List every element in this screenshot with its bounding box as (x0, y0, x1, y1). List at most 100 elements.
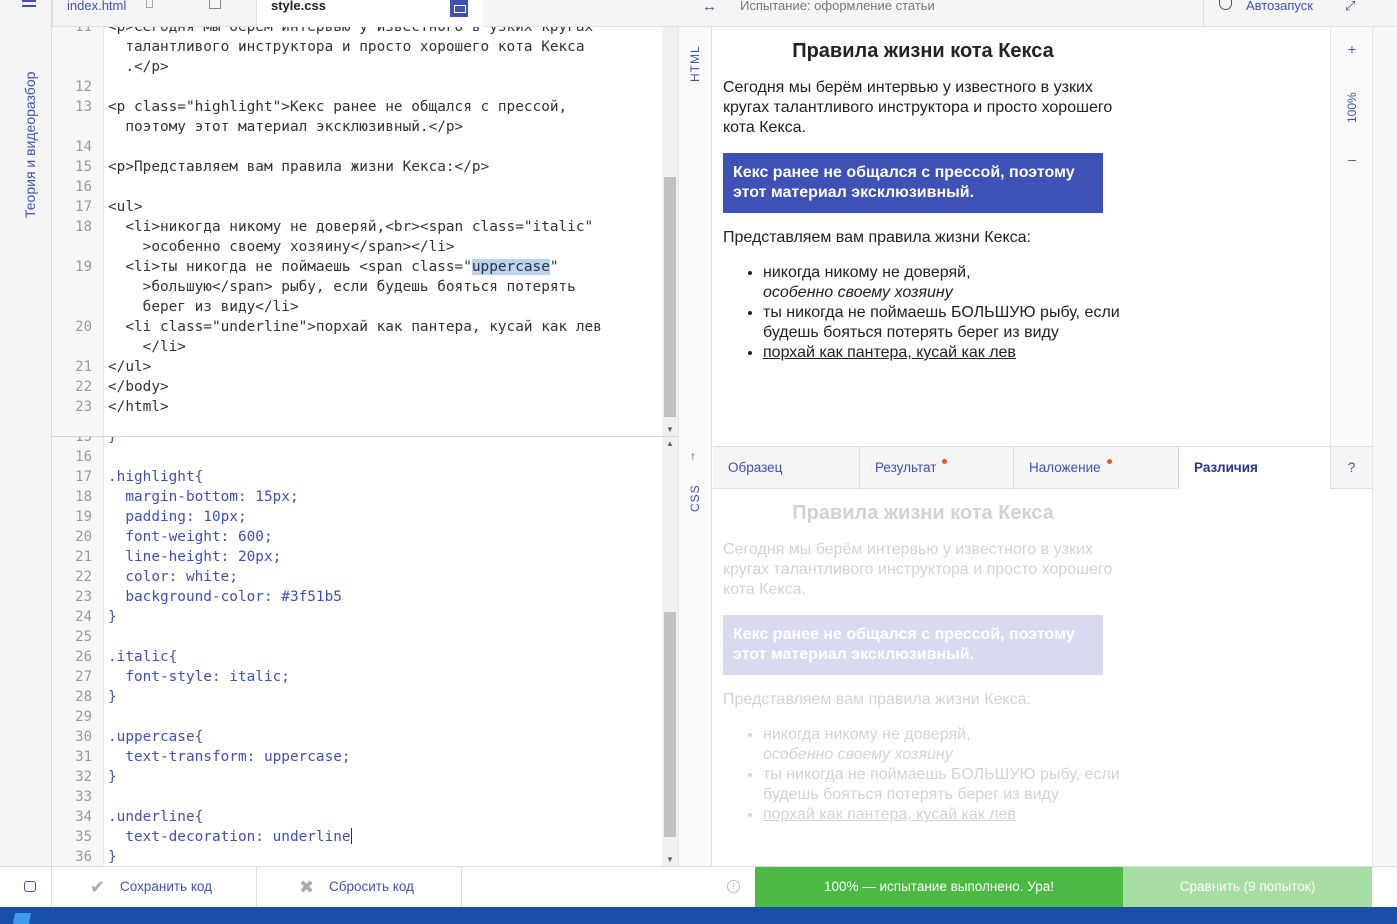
zoom-out-button[interactable]: – (1331, 151, 1373, 167)
code-line[interactable]: 28} (52, 687, 662, 707)
article-highlight: Кекс ранее не общался с прессой, поэтому… (723, 153, 1103, 213)
css-scrollbar[interactable]: ▲ ▼ (662, 437, 678, 866)
article-lead: Представляем вам правила жизни Кекса: (723, 229, 1031, 246)
code-line[interactable]: </li> (52, 337, 662, 357)
code-line[interactable]: 21 </ul> (52, 357, 662, 377)
code-line[interactable]: 13 <p class="highlight">Кекс ранее не общ… (52, 97, 662, 117)
code-line[interactable]: берег из виду</li> (52, 297, 662, 317)
code-line[interactable]: .</p> (52, 57, 662, 77)
line-number: 17 (75, 469, 92, 485)
split-icon[interactable] (450, 0, 468, 17)
rules-list: никогда никому не доверяй,особенно своем… (763, 725, 1123, 825)
code-line[interactable]: 20 font-weight: 600; (52, 527, 662, 547)
code-line[interactable]: 36} (52, 847, 662, 866)
sidebar: Теория и видеоразбор (0, 0, 52, 866)
code-text: >большую</span> рыбу, если будешь боятьс… (108, 279, 576, 295)
line-number: 11 (75, 27, 92, 35)
line-number: 24 (75, 609, 92, 625)
code-line[interactable]: 19 padding: 10px; (52, 507, 662, 527)
code-text: .italic{ (108, 649, 178, 665)
code-line[interactable]: 32} (52, 767, 662, 787)
code-line[interactable]: 25 (52, 627, 662, 647)
html-label: HTML (688, 45, 702, 82)
code-line[interactable]: 31 text-transform: uppercase; (52, 747, 662, 767)
help-button[interactable]: ? (1331, 447, 1372, 489)
code-line[interactable]: талантливого инструктора и просто хороше… (52, 37, 662, 57)
code-line[interactable]: 17 .highlight{ (52, 467, 662, 487)
code-line[interactable]: 20 <li class="underline">порхай как пант… (52, 317, 662, 337)
arrow-up-icon[interactable]: ↑ (690, 449, 696, 463)
code-line[interactable]: 18 margin-bottom: 15px; (52, 487, 662, 507)
html-editor[interactable]: 11 <p>Сегодня мы берём интервью у известн… (52, 27, 662, 436)
sidebar-theory-link[interactable]: Теория и видеоразбор (22, 72, 38, 218)
line-number: 12 (75, 79, 92, 95)
line-number: 23 (75, 589, 92, 605)
code-line[interactable]: >большую</span> рыбу, если будешь боятьс… (52, 277, 662, 297)
list-item: порхай как пантера, кусай как лев (763, 805, 1123, 825)
tab-overlay[interactable]: Наложение (1014, 447, 1179, 489)
code-line[interactable]: 24} (52, 607, 662, 627)
tab-result[interactable]: Результат (860, 447, 1014, 489)
line-number: 32 (75, 769, 92, 785)
scroll-up-icon[interactable]: ▲ (666, 439, 674, 448)
code-line[interactable]: >особенно своему хозяину</span></li> (52, 237, 662, 257)
code-line[interactable]: 23 background-color: #3f51b5 (52, 587, 662, 607)
code-line[interactable]: 15 <p>Представляем вам правила жизни Кекс… (52, 157, 662, 177)
code-line[interactable]: 34 .underline{ (52, 807, 662, 827)
article-page: Правила жизни кота Кекса Сегодня мы берё… (723, 489, 1123, 825)
tab-index-html[interactable]: index.html (52, 0, 257, 27)
tab-style-css[interactable]: style.css (257, 0, 483, 27)
code-line[interactable]: 21 line-height: 20px; (52, 547, 662, 567)
right-edge (1372, 27, 1397, 866)
code-text: } (108, 849, 117, 865)
code-line[interactable]: 14 (52, 137, 662, 157)
scroll-thumb[interactable] (664, 177, 676, 417)
list-item: никогда никому не доверяй,особенно своем… (763, 725, 1123, 765)
code-line[interactable]: 23 </html> (52, 397, 662, 417)
code-line[interactable]: 35 text-decoration: underline (52, 827, 662, 847)
code-line[interactable]: 30 .uppercase{ (52, 727, 662, 747)
code-line[interactable]: 22 color: white; (52, 567, 662, 587)
tab-sample[interactable]: Образец (713, 447, 860, 489)
scroll-thumb[interactable] (664, 612, 676, 837)
info-button[interactable]: ! (713, 867, 755, 907)
code-line[interactable]: поэтому этот материал эксклюзивный.</p> (52, 117, 662, 137)
code-line[interactable]: 12 (52, 77, 662, 97)
feedback-button[interactable] (0, 867, 52, 907)
reset-code-button[interactable]: ✖ Сбросить код (257, 867, 462, 907)
status-dot (1106, 459, 1112, 464)
code-line[interactable]: 22 </body> (52, 377, 662, 397)
list-item: никогда никому не доверяй,особенно своем… (763, 263, 1123, 303)
menu-icon[interactable] (22, 0, 36, 12)
css-editor[interactable]: 15} 16 17 .highlight{18 margin-bottom: 15px… (52, 437, 662, 866)
code-line[interactable]: 16 (52, 177, 662, 197)
scroll-down-icon[interactable]: ▼ (666, 425, 674, 434)
scroll-down-icon[interactable]: ▼ (666, 855, 674, 864)
swap-horizontal-icon[interactable]: ↔ (702, 0, 717, 14)
os-taskbar (0, 907, 1397, 924)
windows-start-icon[interactable] (12, 913, 32, 924)
autorun-button[interactable]: Автозапуск (1203, 0, 1328, 27)
code-line[interactable]: 26 .italic{ (52, 647, 662, 667)
compare-button[interactable]: Сравнить (9 попыток) (1123, 867, 1372, 907)
code-text: </html> (108, 399, 169, 415)
code-line[interactable]: 29 (52, 707, 662, 727)
line-number: 17 (75, 199, 92, 215)
code-text: берег из виду</li> (108, 299, 299, 315)
code-line[interactable]: 33 (52, 787, 662, 807)
code-line[interactable]: 15} (52, 437, 662, 447)
code-line[interactable]: 11 <p>Сегодня мы берём интервью у известн… (52, 27, 662, 37)
tab-diff[interactable]: Различия (1179, 447, 1331, 489)
zoom-in-button[interactable]: + (1331, 41, 1373, 57)
expand-icon[interactable]: ⤢ (1345, 0, 1355, 12)
code-line[interactable]: 19 <li>ты никогда не поймаешь <span clas… (52, 257, 662, 277)
code-line[interactable]: 17 <ul> (52, 197, 662, 217)
split-icon[interactable] (209, 0, 221, 9)
html-scrollbar[interactable]: ▼ (662, 27, 678, 436)
code-line[interactable]: 18 <li>никогда никому не доверяй,<br><sp… (52, 217, 662, 237)
code-line[interactable]: 16 (52, 447, 662, 467)
save-code-button[interactable]: ✔ Сохранить код (52, 867, 257, 907)
line-number: 16 (75, 179, 92, 195)
task-title: Испытание: оформление статьи (740, 0, 935, 13)
code-line[interactable]: 27 font-style: italic; (52, 667, 662, 687)
